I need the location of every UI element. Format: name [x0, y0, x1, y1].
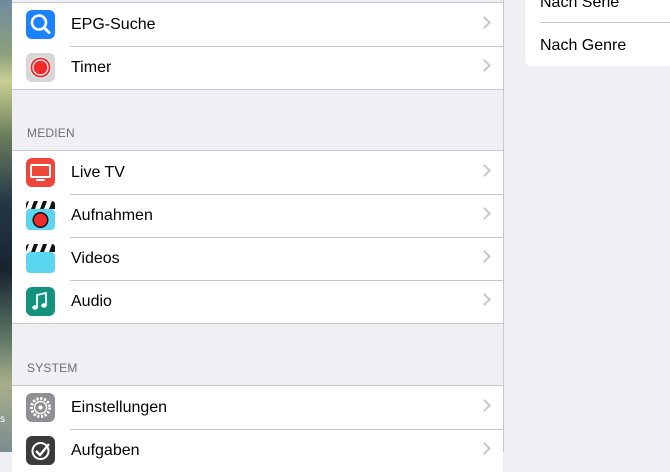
menu-item-label: Videos — [71, 249, 120, 267]
menu-item-label: Einstellungen — [71, 398, 168, 416]
menu-item-live-tv[interactable]: Live TV — [12, 151, 503, 194]
recordings-clapper-icon — [26, 201, 55, 230]
menu-group-epg: EPG-Suche Timer — [12, 2, 503, 90]
menu-item-label: Audio — [71, 292, 112, 310]
main-menu-panel: EPG-Suche Timer MEDIEN Live TV Aufnahmen… — [12, 0, 504, 472]
menu-item-label: Timer — [71, 58, 112, 76]
chevron-right-icon — [478, 250, 491, 263]
menu-item-videos[interactable]: Videos — [12, 237, 503, 280]
menu-group-system: Einstellungen Aufgaben — [12, 385, 503, 472]
menu-item-timer[interactable]: Timer — [12, 46, 503, 89]
menu-item-label: Aufnahmen — [71, 206, 153, 224]
menu-item-aufnahmen[interactable]: Aufnahmen — [12, 194, 503, 237]
chevron-right-icon — [478, 442, 491, 455]
desktop-background — [0, 0, 12, 452]
filter-item-nach-genre[interactable]: Nach Genre — [540, 37, 626, 55]
chevron-right-icon — [478, 293, 491, 306]
search-icon — [26, 10, 55, 39]
menu-item-label: EPG-Suche — [71, 15, 156, 33]
filter-item-nach-serie[interactable]: Nach Serie — [540, 0, 619, 12]
chevron-right-icon — [478, 207, 491, 220]
menu-item-audio[interactable]: Audio — [12, 280, 503, 323]
menu-item-label: Live TV — [71, 163, 125, 181]
gear-icon — [26, 393, 55, 422]
videos-clapper-icon — [26, 244, 55, 273]
desktop-icon-label: s — [0, 414, 6, 425]
tasks-check-icon — [26, 436, 55, 465]
chevron-right-icon — [478, 399, 491, 412]
filter-panel: Nach Serie Nach Genre — [525, 0, 670, 66]
record-icon — [26, 53, 55, 82]
menu-item-label: Aufgaben — [71, 441, 140, 459]
chevron-right-icon — [478, 16, 491, 29]
section-header-system: SYSTEM — [27, 361, 78, 375]
tv-icon — [26, 158, 55, 187]
divider — [540, 22, 670, 23]
menu-group-medien: Live TV Aufnahmen Videos Audio — [12, 150, 503, 324]
section-header-medien: MEDIEN — [27, 126, 75, 140]
menu-item-epg-suche[interactable]: EPG-Suche — [12, 3, 503, 46]
music-note-icon — [26, 287, 55, 316]
chevron-right-icon — [478, 59, 491, 72]
chevron-right-icon — [478, 164, 491, 177]
menu-item-aufgaben[interactable]: Aufgaben — [12, 429, 503, 472]
menu-item-einstellungen[interactable]: Einstellungen — [12, 386, 503, 429]
